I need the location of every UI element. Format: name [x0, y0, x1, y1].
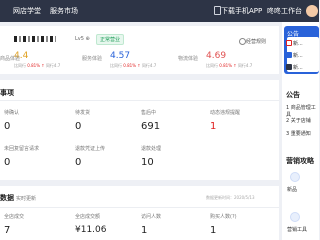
tool-icon[interactable] — [290, 212, 300, 222]
data-value-amount: ¥11.06 — [75, 225, 107, 235]
score-service-value: 4.57 — [110, 51, 131, 61]
todo-value-aftersale[interactable]: 691 — [141, 121, 160, 132]
shop-name — [14, 36, 56, 42]
avatar[interactable] — [306, 5, 318, 17]
todo-label-aftersale: 售后中 — [141, 110, 157, 116]
download-app-link[interactable]: 下载手机APP — [213, 6, 262, 16]
top-bar: 网店学堂 服务市场 下载手机APP 咚咚工作台 — [0, 0, 319, 22]
workbench-link[interactable]: 咚咚工作台 — [267, 6, 302, 16]
announce-item[interactable]: 1 商品管理工具 — [286, 104, 319, 118]
todo-label-confirm: 待确认 — [4, 110, 20, 116]
new-product-icon[interactable] — [290, 172, 300, 182]
todo-title: 事项 — [0, 89, 14, 97]
score-goods-sub: 比同行 0.81% ↑ 同行4.7 — [14, 63, 61, 68]
nav-shop-school[interactable]: 网店学堂 — [13, 6, 41, 16]
score-service-label: 服务体验 — [82, 56, 103, 62]
data-label-buyers: 购买人数(?) — [210, 214, 237, 220]
todo-value-unreplied[interactable]: 0 — [4, 157, 10, 168]
score-logistics-value: 4.69 — [206, 51, 227, 61]
todo-value-violation[interactable]: 1 — [210, 121, 216, 132]
announce-title: 公告 — [286, 91, 300, 99]
todo-value-confirm[interactable]: 0 — [4, 121, 10, 132]
sidebar-row[interactable]: 新... — [293, 64, 319, 74]
nav-service-market[interactable]: 服务市场 — [50, 6, 78, 16]
data-note: 实时更新 — [16, 196, 37, 202]
icon-label: 营销工具 — [287, 227, 308, 233]
todo-label-unreplied: 未回复留言请求 — [4, 146, 40, 152]
score-logistics-label: 物流体验 — [178, 56, 199, 62]
shop-level: Lv5 ⊕ — [75, 36, 90, 42]
checkbox[interactable] — [286, 40, 292, 46]
todo-value-refund-voucher[interactable]: 0 — [75, 157, 81, 168]
todo-label-refund: 退款处理 — [141, 146, 162, 152]
data-value-orders: 7 — [4, 225, 11, 236]
todo-label-ship: 待发货 — [75, 110, 91, 116]
score-service-sub: 比同行 0.81% ↑ 同行4.7 — [110, 63, 157, 68]
checkbox[interactable] — [286, 64, 292, 70]
todo-label-refund-voucher: 退款凭证上传 — [75, 146, 106, 152]
rules-link[interactable]: 经营规则 — [238, 38, 266, 45]
checkbox[interactable] — [286, 52, 292, 58]
data-title: 数据 — [0, 194, 14, 202]
announce-item[interactable]: 3 重要通知 — [286, 130, 311, 137]
marketing-title: 营销攻略 — [286, 157, 314, 165]
data-label-orders: 全店成交 — [4, 214, 25, 220]
todo-value-ship[interactable]: 0 — [75, 121, 81, 132]
data-value-buyers: 1 — [210, 225, 217, 236]
sidebar-row[interactable]: 新... — [293, 52, 319, 62]
status-badge: 正常营业 — [96, 34, 125, 45]
sidebar-row[interactable]: 新... — [293, 40, 319, 50]
data-label-visitors: 访问人数 — [141, 214, 162, 220]
todo-label-violation: 动态违规提醒 — [210, 110, 241, 116]
todo-panel — [0, 80, 279, 180]
announce-item[interactable]: 2 关于店铺 — [286, 117, 311, 124]
score-logistics-sub: 比同行 0.81% ↑ 同行4.7 — [206, 63, 253, 68]
data-value-visitors: 1 — [141, 225, 148, 236]
data-label-amount: 全店成交额 — [75, 214, 101, 220]
divider — [0, 207, 279, 208]
icon-label: 新品 — [287, 187, 298, 193]
data-update-time: 数据更新时间：2020/5/13 — [206, 195, 255, 200]
divider — [0, 100, 279, 101]
score-goods-label: 商品体验 — [0, 56, 21, 62]
todo-value-refund[interactable]: 10 — [141, 157, 154, 168]
